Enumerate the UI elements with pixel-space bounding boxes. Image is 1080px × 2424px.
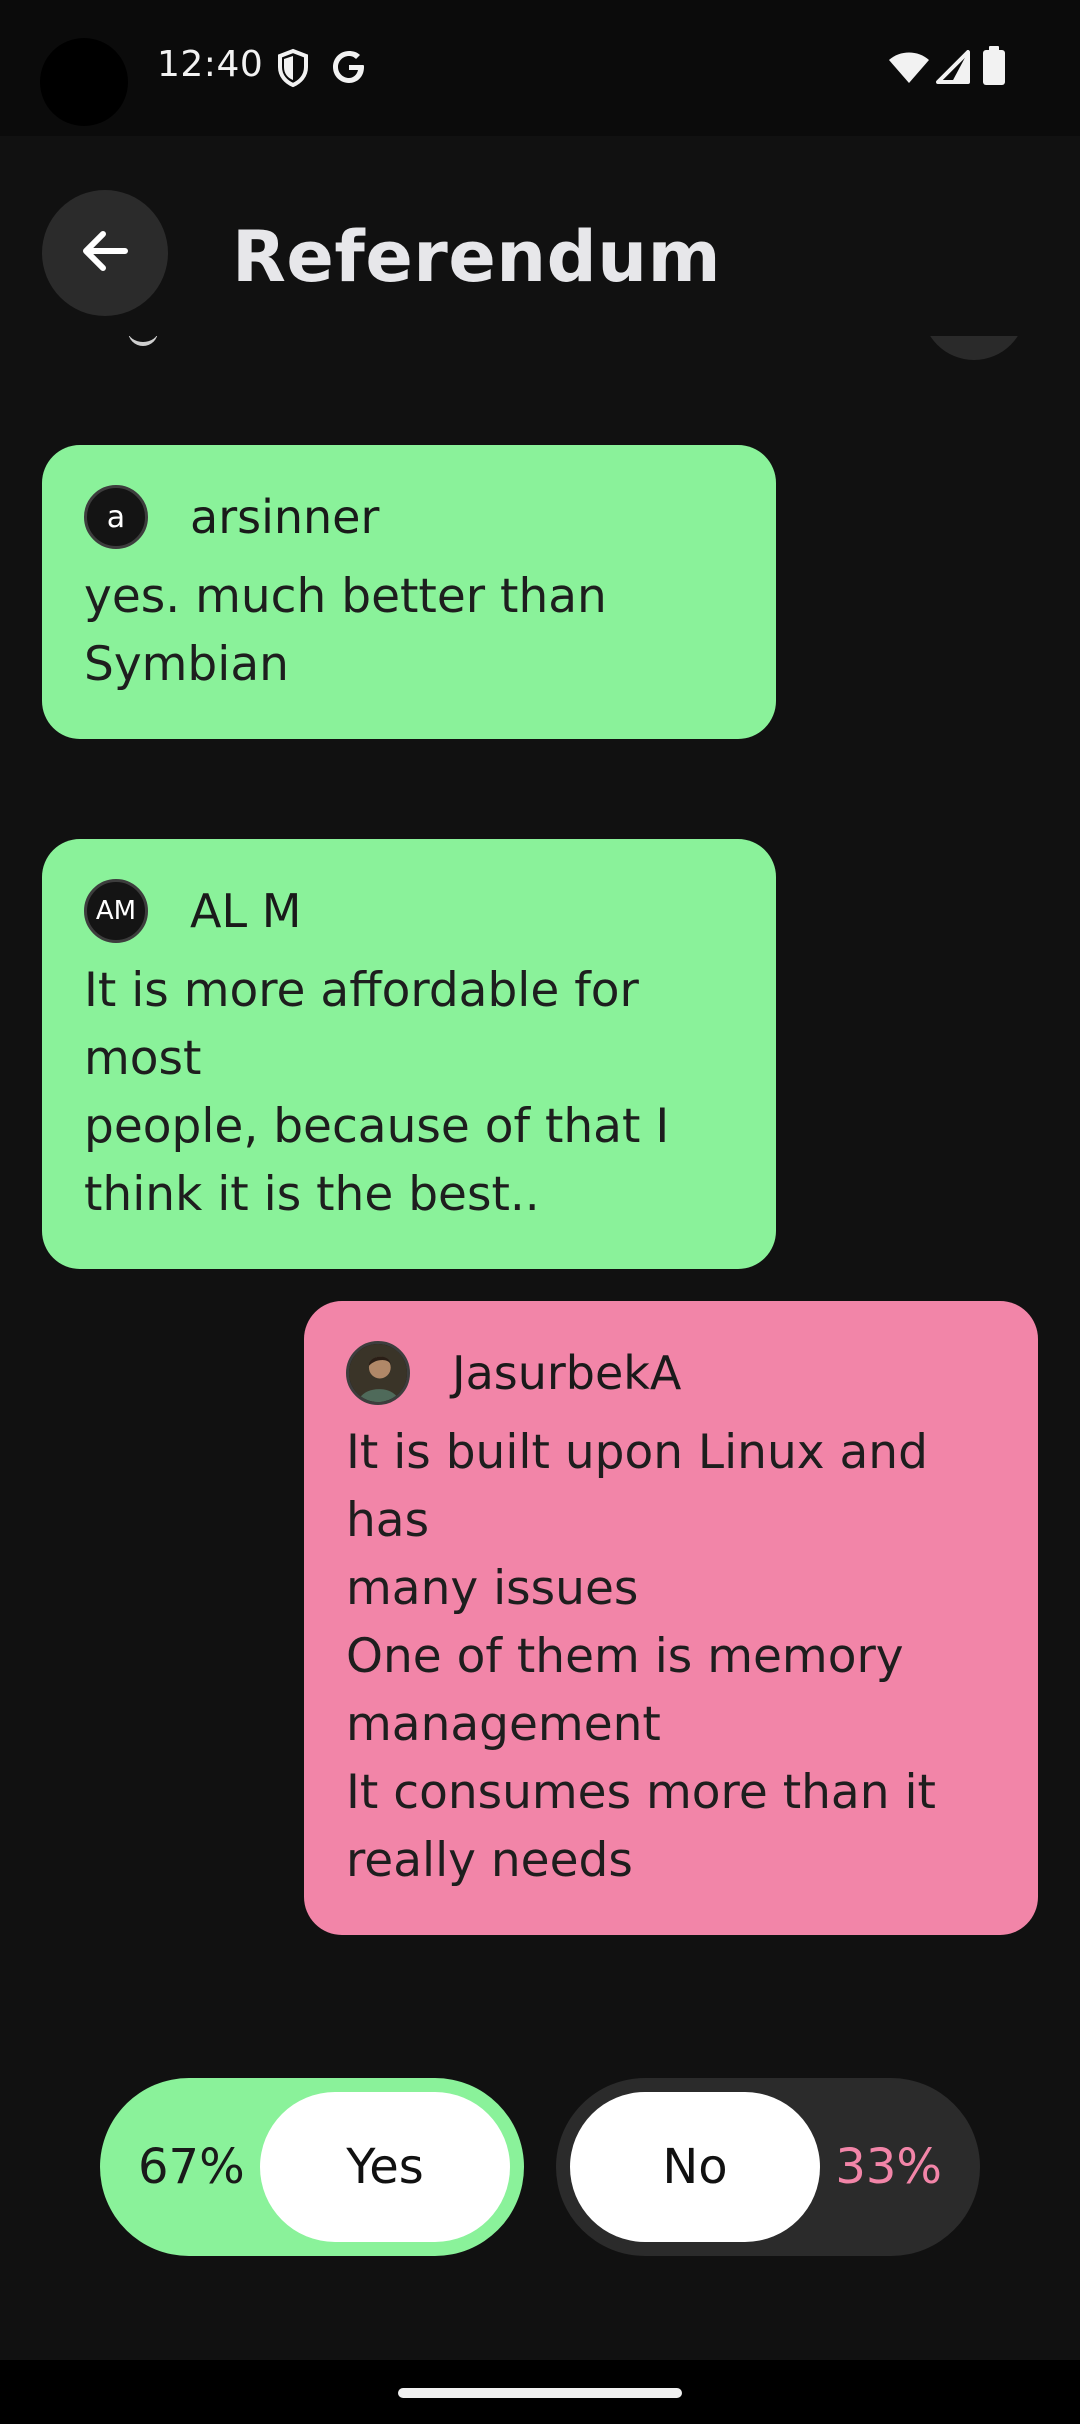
comment-text: yes. much better than Symbian [84, 569, 607, 692]
arrow-left-icon [81, 229, 129, 277]
comment-author[interactable]: AL M [190, 884, 301, 938]
status-time: 12:40 [157, 44, 264, 85]
no-vote-pill: No 33% [556, 2078, 980, 2256]
yes-vote-pill: 67% Yes [100, 2078, 524, 2256]
comment-card: JasurbekA It is built upon Linux and has… [304, 1301, 1038, 1935]
avatar[interactable]: a [84, 485, 148, 549]
comment-text: It is built upon Linux and has many issu… [346, 1425, 936, 1888]
comment-header: JasurbekA [346, 1341, 996, 1405]
wifi-icon [888, 52, 930, 88]
comment-text: It is more affordable for most people, b… [84, 963, 670, 1222]
avatar-photo[interactable] [346, 1341, 410, 1405]
app-header: Referendum [0, 136, 1080, 336]
comment-header: a arsinner [84, 485, 734, 549]
shield-icon [276, 48, 310, 92]
navigation-bar [0, 2360, 1080, 2424]
comment-card: AM AL M It is more affordable for most p… [42, 839, 776, 1269]
comment-author[interactable]: arsinner [190, 490, 379, 544]
vote-no-button[interactable]: No [570, 2092, 820, 2242]
home-indicator[interactable] [398, 2388, 682, 2398]
comment-card: a arsinner yes. much better than Symbian [42, 445, 776, 739]
signal-icon [934, 50, 970, 88]
back-button[interactable] [42, 190, 168, 316]
google-icon [330, 48, 368, 90]
yes-percentage: 67% [138, 2139, 245, 2195]
vote-yes-button[interactable]: Yes [260, 2092, 510, 2242]
comment-author[interactable]: JasurbekA [452, 1346, 681, 1400]
screen: 12:40 Referendum a arsinner yes. much be… [0, 0, 1080, 2424]
no-percentage: 33% [835, 2139, 942, 2195]
camera-cutout [40, 38, 128, 126]
page-title: Referendum [232, 216, 722, 298]
comment-header: AM AL M [84, 879, 734, 943]
avatar[interactable]: AM [84, 879, 148, 943]
battery-icon [982, 46, 1006, 90]
status-bar: 12:40 [0, 0, 1080, 136]
